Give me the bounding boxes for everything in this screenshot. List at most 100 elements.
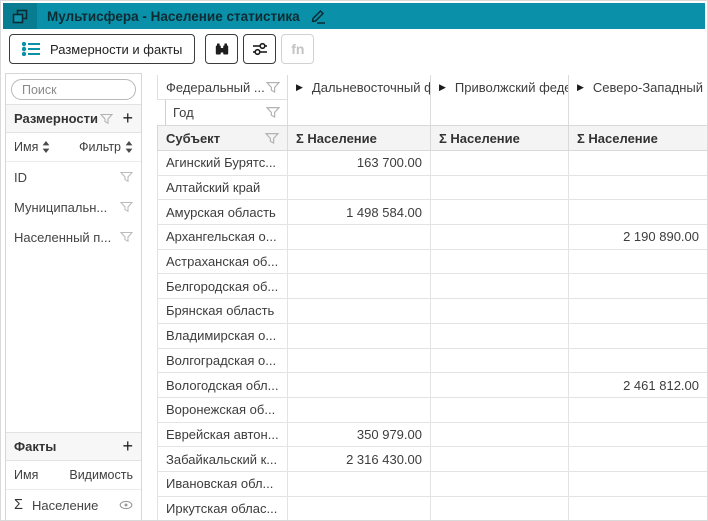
row-subject-cell[interactable]: Забайкальский к... <box>157 447 287 472</box>
expand-arrow-icon[interactable]: ▶ <box>439 80 446 94</box>
column-group-header[interactable]: ▶ Приволжский феде <box>430 75 568 125</box>
value-cell[interactable] <box>568 423 707 448</box>
value-cell[interactable] <box>287 349 430 374</box>
table-row[interactable]: Брянская область <box>157 299 707 324</box>
value-cell[interactable] <box>430 447 568 472</box>
value-cell[interactable] <box>430 398 568 423</box>
value-cell[interactable]: 2 316 430.00 <box>287 447 430 472</box>
table-row[interactable]: Иркутская облас... <box>157 497 707 520</box>
fn-button[interactable]: fn <box>281 34 314 64</box>
value-cell[interactable] <box>430 373 568 398</box>
table-row[interactable]: Алтайский край <box>157 176 707 201</box>
table-row[interactable]: Вологодская обл... 2 461 812.00 <box>157 373 707 398</box>
table-row[interactable]: Воронежская об... <box>157 398 707 423</box>
value-cell[interactable] <box>287 497 430 520</box>
measure-column-header[interactable]: Σ Население <box>568 125 707 151</box>
column-group-header[interactable]: ▶ Северо-Западный ф <box>568 75 707 125</box>
filter-icon[interactable] <box>120 201 133 213</box>
value-cell[interactable] <box>568 398 707 423</box>
value-cell[interactable] <box>568 274 707 299</box>
value-cell[interactable] <box>430 497 568 520</box>
value-cell[interactable] <box>568 497 707 520</box>
value-cell[interactable] <box>568 250 707 275</box>
value-cell[interactable] <box>287 299 430 324</box>
row-subject-cell[interactable]: Алтайский край <box>157 176 287 201</box>
table-row[interactable]: Агинский Бурятс... 163 700.00 <box>157 151 707 176</box>
filter-icon[interactable] <box>266 81 280 94</box>
value-cell[interactable] <box>430 200 568 225</box>
row-subject-cell[interactable]: Иркутская облас... <box>157 497 287 520</box>
value-cell[interactable] <box>430 151 568 176</box>
row-dimension-header[interactable]: Федеральный ... <box>157 75 287 100</box>
subject-column-header[interactable]: Субъект <box>157 125 287 151</box>
value-cell[interactable] <box>568 447 707 472</box>
value-cell[interactable] <box>287 398 430 423</box>
value-cell[interactable] <box>287 225 430 250</box>
window-restore-button[interactable] <box>3 3 37 29</box>
value-cell[interactable] <box>568 151 707 176</box>
row-subject-cell[interactable]: Владимирская о... <box>157 324 287 349</box>
filter-icon[interactable] <box>120 171 133 183</box>
row-subject-cell[interactable]: Астраханская об... <box>157 250 287 275</box>
table-row[interactable]: Астраханская об... <box>157 250 707 275</box>
value-cell[interactable] <box>568 176 707 201</box>
table-row[interactable]: Амурская область 1 498 584.00 <box>157 200 707 225</box>
value-cell[interactable] <box>430 324 568 349</box>
row-subject-cell[interactable]: Ивановская обл... <box>157 472 287 497</box>
dimension-item[interactable]: Населенный п... <box>6 222 141 252</box>
row-subject-cell[interactable]: Агинский Бурятс... <box>157 151 287 176</box>
dimension-item[interactable]: Муниципальн... <box>6 192 141 222</box>
filter-icon[interactable] <box>265 132 279 145</box>
value-cell[interactable]: 1 498 584.00 <box>287 200 430 225</box>
value-cell[interactable] <box>568 200 707 225</box>
search-data-button[interactable] <box>205 34 238 64</box>
value-cell[interactable] <box>430 349 568 374</box>
value-cell[interactable] <box>430 423 568 448</box>
row-subject-cell[interactable]: Волгоградская о... <box>157 349 287 374</box>
value-cell[interactable] <box>430 472 568 497</box>
value-cell[interactable] <box>287 472 430 497</box>
value-cell[interactable]: 163 700.00 <box>287 151 430 176</box>
dimension-item[interactable]: ID <box>6 162 141 192</box>
dimensions-facts-button[interactable]: Размерности и факты <box>9 34 195 64</box>
value-cell[interactable] <box>568 299 707 324</box>
row-subject-cell[interactable]: Вологодская обл... <box>157 373 287 398</box>
expand-arrow-icon[interactable]: ▶ <box>577 80 584 94</box>
dimensions-filter-icon[interactable] <box>100 113 113 125</box>
settings-sliders-button[interactable] <box>243 34 276 64</box>
search-input[interactable] <box>11 79 136 100</box>
expand-arrow-icon[interactable]: ▶ <box>296 80 303 94</box>
row-subject-cell[interactable]: Воронежская об... <box>157 398 287 423</box>
table-row[interactable]: Ивановская обл... <box>157 472 707 497</box>
table-row[interactable]: Архангельская о... 2 190 890.00 <box>157 225 707 250</box>
value-cell[interactable] <box>568 349 707 374</box>
value-cell[interactable]: 2 461 812.00 <box>568 373 707 398</box>
row-subject-cell[interactable]: Еврейская автон... <box>157 423 287 448</box>
table-row[interactable]: Владимирская о... <box>157 324 707 349</box>
value-cell[interactable] <box>287 250 430 275</box>
table-row[interactable]: Еврейская автон... 350 979.00 <box>157 423 707 448</box>
value-cell[interactable] <box>287 324 430 349</box>
value-cell[interactable] <box>287 373 430 398</box>
add-dimension-button[interactable]: + <box>122 109 133 127</box>
value-cell[interactable] <box>430 176 568 201</box>
fact-item[interactable]: Σ Население <box>6 490 141 520</box>
value-cell[interactable] <box>430 225 568 250</box>
value-cell[interactable]: 2 190 890.00 <box>568 225 707 250</box>
filter-icon[interactable] <box>120 231 133 243</box>
sort-icon[interactable] <box>125 141 133 153</box>
add-fact-button[interactable]: + <box>122 437 133 455</box>
filter-icon[interactable] <box>266 106 280 119</box>
edit-title-button[interactable] <box>309 8 326 24</box>
table-row[interactable]: Белгородская об... <box>157 274 707 299</box>
table-row[interactable]: Забайкальский к... 2 316 430.00 <box>157 447 707 472</box>
row-subject-cell[interactable]: Белгородская об... <box>157 274 287 299</box>
value-cell[interactable] <box>568 324 707 349</box>
sort-icon[interactable] <box>42 141 50 153</box>
row-subject-cell[interactable]: Архангельская о... <box>157 225 287 250</box>
measure-column-header[interactable]: Σ Население <box>287 125 430 151</box>
value-cell[interactable] <box>430 299 568 324</box>
value-cell[interactable] <box>430 250 568 275</box>
nested-dimension-header[interactable]: Год <box>165 100 287 125</box>
value-cell[interactable] <box>568 472 707 497</box>
